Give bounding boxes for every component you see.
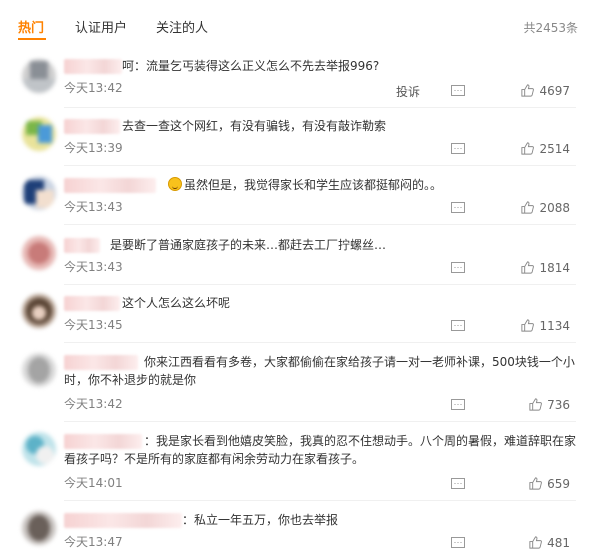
divider [64,500,576,501]
comment-body: 流量乞丐装得这么正义怎么不先去举报996? [146,59,380,73]
thumbs-up-icon [529,477,543,490]
like-count: 736 [547,397,570,412]
like-count: 659 [547,476,570,491]
comment-body: 私立一年五万，你也去举报 [194,513,339,527]
comment-text: 你来江西看看有多卷，大家都偷偷在家给孩子请一对一老师补课，500块钱一个小时，你… [64,353,584,389]
comment-actions: 481 [370,535,570,553]
thumbs-up-icon [529,536,543,549]
comment-time: 今天13:42 [64,397,123,411]
reply-icon[interactable] [450,318,466,334]
report-button[interactable]: 投诉 [396,83,420,100]
comment-actions: 659 [370,476,570,494]
avatar[interactable] [22,59,56,93]
reply-icon[interactable] [450,476,466,492]
like-count: 2088 [539,200,570,215]
divider [64,165,576,166]
comment-prefix: ： [182,513,195,527]
like-count: 2514 [539,141,570,156]
divider [64,224,576,225]
comment-actions: 1814 [370,260,570,278]
comment-text: ：我是家长看到他嬉皮笑脸，我真的忍不住想动手。八个周的暑假，难道辞职在家看孩子吗… [64,432,584,468]
like-count: 1134 [539,318,570,333]
comment-time: 今天13:43 [64,260,123,274]
comment-body: 是要断了普通家庭孩子的未来…都赶去工厂拧螺丝… [110,238,387,252]
comment-text: 去查一查这个网红，有没有骗钱，有没有敲诈勒索 [64,117,584,135]
tab-verified-users[interactable]: 认证用户 [75,17,127,36]
thumbs-up-icon [529,398,543,411]
like-count: 481 [547,535,570,550]
comment-prefix: 呵： [122,59,147,73]
laughing-emoji-icon [168,177,182,191]
avatar[interactable] [22,236,56,270]
like-button[interactable]: 1814 [520,260,570,275]
comment-text: 虽然但是，我觉得家长和学生应该都挺郁闷的。。 [64,176,584,194]
comment-time: 今天13:39 [64,141,123,155]
comment-text: 呵：流量乞丐装得这么正义怎么不先去举报996? [64,57,584,75]
comment-text: 这个人怎么这么坏呢 [64,294,584,312]
like-button[interactable]: 736 [528,397,570,412]
tab-following[interactable]: 关注的人 [156,17,208,36]
reply-icon[interactable] [450,83,466,99]
avatar[interactable] [22,294,56,328]
like-count: 1814 [539,260,570,275]
avatar[interactable] [22,117,56,151]
comment-actions: 2514 [370,141,570,159]
thumbs-up-icon [521,319,535,332]
comment-time: 今天14:01 [64,476,123,490]
avatar[interactable] [22,353,56,387]
thumbs-up-icon [521,142,535,155]
reply-icon[interactable] [450,200,466,216]
avatar[interactable] [22,511,56,545]
comment-time: 今天13:42 [64,81,123,95]
comment-body: 这个人怎么这么坏呢 [122,296,231,310]
divider [64,284,576,285]
comment-body: 去查一查这个网红，有没有骗钱，有没有敲诈勒索 [122,119,387,133]
reply-icon[interactable] [450,397,466,413]
avatar[interactable] [22,176,56,210]
reply-icon[interactable] [450,535,466,551]
like-button[interactable]: 1134 [520,318,570,333]
comment-time: 今天13:47 [64,535,123,549]
comment-actions: 投诉 4697 [370,83,570,101]
avatar[interactable] [22,432,56,466]
comment-text: ：私立一年五万，你也去举报 [64,511,584,529]
thumbs-up-icon [521,84,535,97]
divider [64,107,576,108]
like-button[interactable]: 2514 [520,141,570,156]
comment-actions: 736 [370,397,570,415]
comment-filter-tabs: 热门 认证用户 关注的人 共2453条 [0,0,600,50]
like-button[interactable]: 4697 [520,83,570,98]
comment-body: 虽然但是，我觉得家长和学生应该都挺郁闷的。。 [184,178,443,192]
comment-actions: 1134 [370,318,570,336]
comment-actions: 2088 [370,200,570,218]
divider [64,342,576,343]
like-count: 4697 [539,83,570,98]
comment-time: 今天13:43 [64,200,123,214]
comment-prefix: ： [144,434,157,448]
reply-icon[interactable] [450,141,466,157]
like-button[interactable]: 481 [528,535,570,550]
tab-hot[interactable]: 热门 [18,17,44,36]
comment-text: 是要断了普通家庭孩子的未来…都赶去工厂拧螺丝… [64,236,584,254]
reply-icon[interactable] [450,260,466,276]
comment-body: 你来江西看看有多卷，大家都偷偷在家给孩子请一对一老师补课，500块钱一个小时，你… [64,355,575,387]
like-button[interactable]: 659 [528,476,570,491]
divider [64,421,576,422]
comment-total-count: 共2453条 [523,21,578,35]
active-tab-indicator [18,38,46,40]
comment-body: 我是家长看到他嬉皮笑脸，我真的忍不住想动手。八个周的暑假，难道辞职在家看孩子吗？… [64,434,577,466]
thumbs-up-icon [521,261,535,274]
comment-time: 今天13:45 [64,318,123,332]
thumbs-up-icon [521,201,535,214]
like-button[interactable]: 2088 [520,200,570,215]
